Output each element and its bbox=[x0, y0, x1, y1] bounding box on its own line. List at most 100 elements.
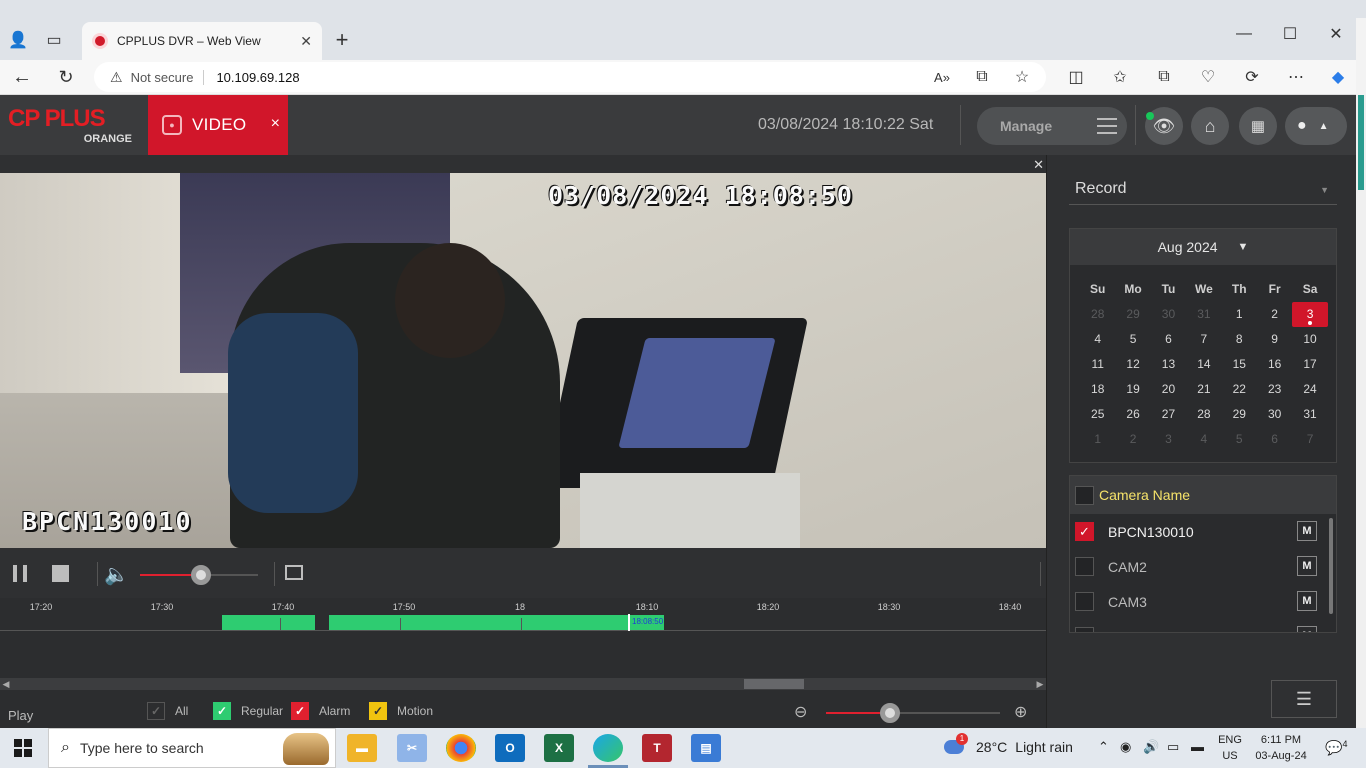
calendar-month-select[interactable]: Aug 2024 ▼ bbox=[1070, 229, 1336, 265]
taskbar-clock[interactable]: 6:11 PM 03-Aug-24 bbox=[1250, 732, 1312, 764]
browser-essentials-icon[interactable]: ♡ bbox=[1194, 63, 1222, 91]
legend-motion[interactable]: ✓ Motion bbox=[369, 702, 433, 720]
calendar-day[interactable]: 6 bbox=[1151, 327, 1186, 352]
calendar-day[interactable]: 12 bbox=[1115, 352, 1150, 377]
video-player[interactable]: 03/08/2024 18:08:50 BPCN130010 bbox=[0, 173, 1046, 548]
camera-checkbox[interactable] bbox=[1075, 627, 1094, 632]
calendar-day-outside[interactable]: 2 bbox=[1115, 427, 1150, 452]
calendar-day[interactable]: 31 bbox=[1292, 402, 1327, 427]
url-field[interactable]: ⚠ Not secure 10.109.69.128 bbox=[94, 62, 1046, 92]
select-all-cameras-checkbox[interactable] bbox=[1075, 485, 1094, 505]
outlook-icon[interactable]: O bbox=[495, 734, 525, 762]
chrome-icon[interactable] bbox=[446, 734, 476, 762]
calendar-day[interactable]: 7 bbox=[1186, 327, 1221, 352]
calendar-day[interactable]: 4 bbox=[1080, 327, 1115, 352]
calendar-day[interactable]: 3 bbox=[1292, 302, 1328, 327]
camera-checkbox[interactable]: ✓ bbox=[1075, 522, 1094, 541]
zoom-in-icon[interactable]: ⊕ bbox=[1014, 702, 1027, 722]
legend-all[interactable]: ✓ All bbox=[147, 702, 188, 720]
legend-regular-checkbox[interactable]: ✓ bbox=[213, 702, 231, 720]
pause-button[interactable] bbox=[13, 565, 27, 582]
calendar-day-outside[interactable]: 6 bbox=[1257, 427, 1292, 452]
camera-stream-mode-button[interactable]: M bbox=[1297, 521, 1317, 541]
zoom-out-icon[interactable]: ⊖ bbox=[794, 702, 807, 722]
calendar-day-outside[interactable]: 1 bbox=[1080, 427, 1115, 452]
camera-row[interactable]: CAM2 M bbox=[1075, 549, 1325, 584]
camera-checkbox[interactable] bbox=[1075, 592, 1094, 611]
scroll-thumb[interactable] bbox=[744, 679, 804, 689]
calendar-day-outside[interactable]: 7 bbox=[1292, 427, 1327, 452]
list-view-button[interactable]: ☰ bbox=[1271, 680, 1337, 718]
calendar-day[interactable]: 28 bbox=[1186, 402, 1221, 427]
edge-icon[interactable] bbox=[593, 734, 623, 762]
calendar-day[interactable]: 24 bbox=[1292, 377, 1327, 402]
home-icon[interactable]: ⌂ bbox=[1191, 107, 1229, 145]
network-icon[interactable]: ▭ bbox=[1167, 739, 1179, 755]
record-type-select[interactable]: Record ▼ bbox=[1069, 173, 1337, 205]
read-aloud-icon[interactable]: A» bbox=[928, 63, 956, 91]
calendar-day-outside[interactable]: 31 bbox=[1186, 302, 1221, 327]
calendar-day[interactable]: 29 bbox=[1222, 402, 1257, 427]
playback-timeline[interactable]: 17:20 17:30 17:40 17:50 18 18:10 18:20 18:30 18:… bbox=[0, 598, 1046, 728]
calendar-day[interactable]: 20 bbox=[1151, 377, 1186, 402]
calendar-day[interactable]: 21 bbox=[1186, 377, 1221, 402]
playback-cursor[interactable] bbox=[628, 614, 630, 631]
calendar-day[interactable]: 2 bbox=[1257, 302, 1292, 327]
window-close-button[interactable]: ✕ bbox=[1322, 20, 1350, 48]
camera-list-scrollbar[interactable] bbox=[1329, 518, 1333, 614]
calendar-day[interactable]: 13 bbox=[1151, 352, 1186, 377]
camera-checkbox[interactable] bbox=[1075, 557, 1094, 576]
legend-motion-checkbox[interactable]: ✓ bbox=[369, 702, 387, 720]
webcam-icon[interactable]: ◉ bbox=[1120, 739, 1131, 755]
timeline-scrollbar[interactable]: ◀ ▶ bbox=[0, 678, 1046, 690]
refresh-icon[interactable]: ↻ bbox=[52, 63, 80, 91]
legend-alarm-checkbox[interactable]: ✓ bbox=[291, 702, 309, 720]
recording-segment[interactable] bbox=[222, 615, 315, 630]
camera-row[interactable]: ✓ BPCN130010 M bbox=[1075, 514, 1325, 549]
split-screen-icon[interactable]: ◫ bbox=[1062, 63, 1090, 91]
manage-button[interactable]: Manage bbox=[977, 107, 1127, 145]
calendar-day[interactable]: 1 bbox=[1222, 302, 1257, 327]
remote-app-icon[interactable]: ▤ bbox=[691, 734, 721, 762]
security-label[interactable]: Not secure bbox=[131, 69, 205, 85]
camera-stream-mode-button[interactable]: M bbox=[1297, 556, 1317, 576]
video-tab-close-button[interactable]: × bbox=[271, 115, 280, 133]
calendar-day[interactable]: 22 bbox=[1222, 377, 1257, 402]
calendar-day[interactable]: 5 bbox=[1115, 327, 1150, 352]
camera-stream-mode-button[interactable]: M bbox=[1297, 591, 1317, 611]
file-explorer-icon[interactable]: ▬ bbox=[347, 734, 377, 762]
url-text[interactable]: 10.109.69.128 bbox=[216, 70, 299, 85]
speaker-icon[interactable]: 🔈 bbox=[104, 562, 132, 586]
qr-code-icon[interactable]: ▦ bbox=[1239, 107, 1277, 145]
new-tab-button[interactable]: + bbox=[328, 26, 356, 54]
calendar-day[interactable]: 19 bbox=[1115, 377, 1150, 402]
chevron-up-icon[interactable]: ⌃ bbox=[1098, 739, 1109, 755]
copilot-icon[interactable]: ◆ bbox=[1324, 63, 1352, 91]
language-indicator[interactable]: ENG US bbox=[1218, 732, 1242, 764]
extension-icon[interactable]: ⟳ bbox=[1238, 63, 1266, 91]
calendar-day-outside[interactable]: 5 bbox=[1222, 427, 1257, 452]
tab-actions-icon[interactable]: ▭ bbox=[40, 26, 68, 54]
camera-row[interactable]: CAM4 M bbox=[1075, 619, 1325, 632]
zoom-knob[interactable] bbox=[880, 703, 901, 723]
tab-close-button[interactable]: ✕ bbox=[300, 33, 312, 50]
calendar-day[interactable]: 11 bbox=[1080, 352, 1115, 377]
volume-slider[interactable] bbox=[140, 565, 258, 585]
calendar-day[interactable]: 26 bbox=[1115, 402, 1150, 427]
volume-icon[interactable]: 🔊 bbox=[1143, 739, 1159, 755]
calendar-day[interactable]: 25 bbox=[1080, 402, 1115, 427]
scroll-right-arrow[interactable]: ▶ bbox=[1034, 678, 1046, 690]
calendar-day[interactable]: 15 bbox=[1222, 352, 1257, 377]
snipping-tool-icon[interactable]: ✂ bbox=[397, 734, 427, 762]
timeline-zoom-slider[interactable] bbox=[826, 703, 1000, 723]
recording-segment[interactable] bbox=[329, 615, 629, 630]
stop-button[interactable] bbox=[52, 565, 69, 582]
calendar-day[interactable]: 8 bbox=[1222, 327, 1257, 352]
calendar-day[interactable]: 14 bbox=[1186, 352, 1221, 377]
camera-row[interactable]: CAM3 M bbox=[1075, 584, 1325, 619]
back-icon[interactable]: ← bbox=[8, 63, 36, 91]
calendar-day[interactable]: 16 bbox=[1257, 352, 1292, 377]
calendar-day-outside[interactable]: 4 bbox=[1186, 427, 1221, 452]
calendar-day-outside[interactable]: 30 bbox=[1151, 302, 1186, 327]
calendar-day[interactable]: 23 bbox=[1257, 377, 1292, 402]
